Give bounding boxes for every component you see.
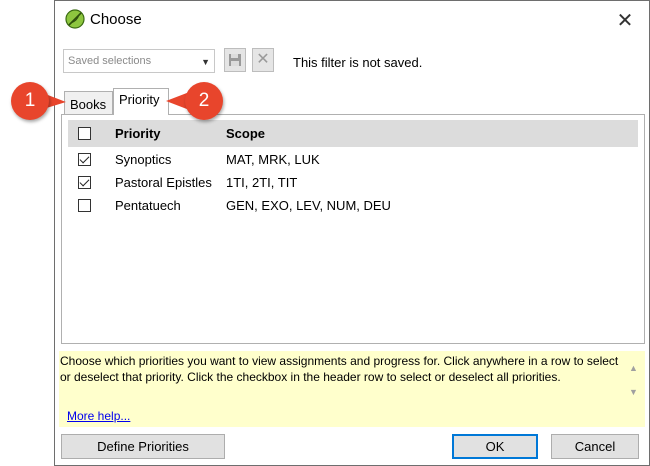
table-row[interactable]: Synoptics MAT, MRK, LUK	[62, 149, 644, 172]
more-help-link[interactable]: More help...	[67, 409, 130, 423]
scope-cell: GEN, EXO, LEV, NUM, DEU	[226, 198, 391, 213]
delete-filter-button[interactable]: ✕	[252, 48, 274, 72]
scope-cell: MAT, MRK, LUK	[226, 152, 320, 167]
priority-cell: Pastoral Epistles	[115, 175, 212, 190]
chevron-down-icon: ▼	[201, 57, 210, 67]
scope-column-header[interactable]: Scope	[226, 126, 265, 141]
tab-books-label: Books	[70, 97, 107, 112]
define-priorities-button[interactable]: Define Priorities	[61, 434, 225, 459]
tab-priority[interactable]: Priority	[113, 88, 169, 115]
table-row[interactable]: Pastoral Epistles 1TI, 2TI, TIT	[62, 172, 644, 195]
saved-selections-placeholder: Saved selections	[68, 55, 152, 67]
priority-cell: Synoptics	[115, 152, 172, 167]
close-icon[interactable]: ✕	[613, 9, 637, 33]
cancel-button[interactable]: Cancel	[551, 434, 639, 459]
filter-status-text: This filter is not saved.	[293, 55, 423, 70]
table-row[interactable]: Pentatuech GEN, EXO, LEV, NUM, DEU	[62, 195, 644, 218]
help-text: Choose which priorities you want to view…	[60, 354, 619, 384]
callout-badge-2: 2	[185, 82, 223, 120]
priority-column-header[interactable]: Priority	[115, 126, 161, 141]
window-title: Choose	[90, 11, 142, 28]
title-bar: Choose ✕	[55, 1, 649, 39]
help-panel: Choose which priorities you want to view…	[59, 351, 645, 427]
scroll-up-icon[interactable]: ▲	[629, 363, 638, 373]
row-checkbox[interactable]	[78, 199, 91, 212]
scroll-down-icon[interactable]: ▼	[629, 387, 638, 397]
app-leaf-icon	[65, 9, 85, 29]
x-icon: ✕	[256, 51, 270, 68]
priority-cell: Pentatuech	[115, 198, 181, 213]
grid-header-row: Priority Scope	[68, 120, 638, 147]
floppy-disk-icon	[229, 54, 241, 66]
select-all-checkbox[interactable]	[78, 127, 91, 140]
choose-dialog: Choose ✕ Saved selections ▼ ✕ This filte…	[54, 0, 650, 466]
tab-priority-label: Priority	[119, 92, 160, 107]
tab-books[interactable]: Books	[64, 91, 113, 115]
ok-button[interactable]: OK	[452, 434, 538, 459]
scope-cell: 1TI, 2TI, TIT	[226, 175, 298, 190]
priority-panel: Priority Scope Synoptics MAT, MRK, LUK P…	[61, 114, 645, 344]
saved-selections-dropdown[interactable]: Saved selections ▼	[63, 49, 215, 73]
row-checkbox[interactable]	[78, 153, 91, 166]
save-filter-button[interactable]	[224, 48, 246, 72]
callout-badge-1: 1	[11, 82, 49, 120]
row-checkbox[interactable]	[78, 176, 91, 189]
